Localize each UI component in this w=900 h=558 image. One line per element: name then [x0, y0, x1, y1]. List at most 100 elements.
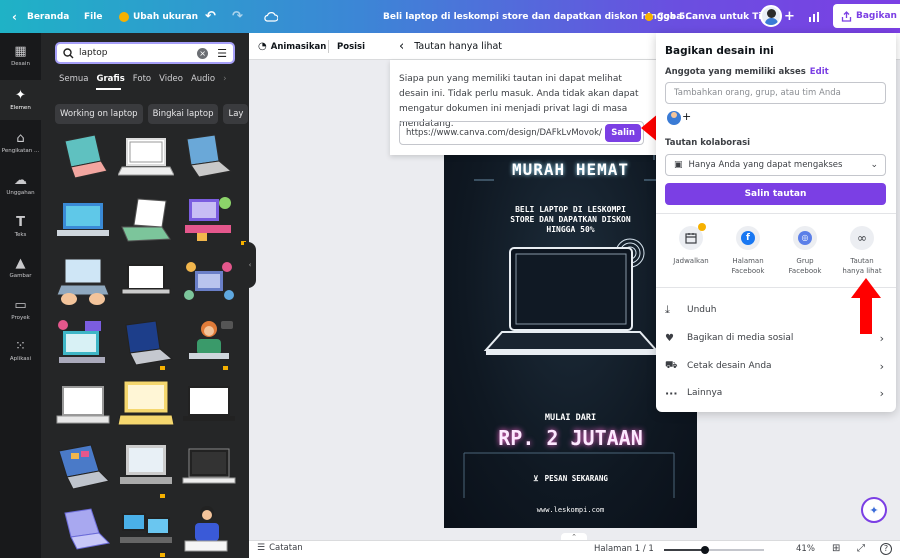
member-avatar[interactable]: [667, 111, 681, 125]
workspace-illustration[interactable]: [181, 193, 237, 247]
rail-item-projects[interactable]: ▭ Proyek: [0, 290, 41, 330]
poster-order-label: PESAN SEKARANG: [544, 474, 608, 483]
zoom-slider[interactable]: [664, 546, 764, 554]
cloud-check-icon: [264, 11, 278, 22]
share-button[interactable]: Bagikan: [833, 4, 900, 28]
rail-item-text[interactable]: T Teks: [0, 207, 41, 247]
schedule-option[interactable]: Jadwalkan: [665, 223, 717, 266]
layout-icon: ▦: [14, 44, 27, 59]
facebook-group-option[interactable]: ◎ Grup Facebook: [779, 226, 831, 276]
filter-icon[interactable]: ☰: [217, 47, 227, 60]
dual-laptops-graphic[interactable]: [118, 503, 174, 557]
page-indicator[interactable]: Halaman 1 / 1: [594, 544, 654, 554]
access-select[interactable]: ▣ Hanya Anda yang dapat mengakses ⌄: [665, 154, 886, 176]
rail-item-images[interactable]: ▲ Gambar: [0, 248, 41, 288]
zoom-slider-thumb[interactable]: [701, 546, 709, 554]
help-icon[interactable]: ?: [880, 543, 892, 555]
chevron-right-icon: ›: [879, 386, 884, 400]
tab-videos[interactable]: Video: [159, 74, 183, 84]
undo-button[interactable]: ↶: [205, 0, 216, 33]
position-button[interactable]: Posisi: [337, 33, 365, 60]
laptop-graphic[interactable]: [118, 441, 174, 495]
search-input[interactable]: [79, 48, 193, 58]
rail-label: Elemen: [10, 105, 31, 111]
download-icon: ⤓: [665, 303, 670, 316]
cloud-save-status[interactable]: [264, 0, 278, 33]
panel-collapse-handle[interactable]: ‹: [244, 242, 256, 288]
row-label: Cetak desain Anda: [687, 361, 772, 371]
view-only-link-option[interactable]: ∞ Tautan hanya lihat: [836, 226, 888, 276]
laptop-graphic[interactable]: [55, 193, 111, 247]
copy-view-link-button[interactable]: Salin: [605, 124, 641, 142]
copy-link-button[interactable]: Salin tautan: [665, 183, 886, 205]
zoom-level[interactable]: 41%: [796, 544, 815, 554]
add-people-input[interactable]: Tambahkan orang, grup, atau tim Anda: [665, 82, 886, 104]
more-row[interactable]: ··· Lainnya ›: [665, 382, 886, 404]
magic-assistant-button[interactable]: ✦: [861, 497, 887, 523]
laptop-graphic[interactable]: [55, 379, 111, 433]
tab-photos[interactable]: Foto: [133, 74, 151, 84]
try-canva-team-button[interactable]: Coba Canva untuk Tim: [645, 0, 771, 33]
insights-button[interactable]: [808, 0, 820, 33]
resize-button[interactable]: Ubah ukuran: [119, 0, 198, 33]
poster-from-label: MULAI DARI: [544, 413, 597, 423]
share-panel: Bagikan desain ini Anggota yang memiliki…: [656, 33, 896, 412]
heart-icon: ♥: [665, 332, 674, 344]
laptop-graphic[interactable]: [118, 255, 174, 309]
access-value: Hanya Anda yang dapat mengakses: [688, 160, 843, 170]
laptop-graphic[interactable]: [118, 379, 174, 433]
file-menu[interactable]: File: [84, 0, 102, 33]
laptop-graphic[interactable]: [118, 193, 174, 247]
chevron-right-icon[interactable]: ›: [223, 74, 226, 84]
home-button[interactable]: ‹ Beranda: [12, 0, 69, 33]
laptop-graphic[interactable]: [55, 503, 111, 557]
facebook-page-option[interactable]: f Halaman Facebook: [722, 226, 774, 276]
team-laptop-illustration[interactable]: [181, 255, 237, 309]
chip-layout[interactable]: Lay: [223, 104, 249, 124]
laptop-graphic[interactable]: [118, 317, 174, 371]
laptop-graphic[interactable]: [55, 441, 111, 495]
woman-with-laptop[interactable]: [181, 317, 237, 371]
laptop-graphic[interactable]: [55, 131, 111, 185]
link-icon-wrap: ∞: [850, 226, 874, 250]
back-arrow-icon[interactable]: ‹: [399, 39, 404, 54]
rail-item-apps[interactable]: ⁙ Aplikasi: [0, 331, 41, 371]
fullscreen-icon[interactable]: ⤢: [857, 543, 865, 554]
laptop-graphic[interactable]: [181, 441, 237, 495]
man-with-laptop[interactable]: [181, 503, 237, 557]
rail-item-uploads[interactable]: ☁ Unggahan: [0, 165, 41, 205]
animate-button[interactable]: ◔ Animasikan: [258, 33, 326, 60]
facebook-group-icon-wrap: ◎: [793, 226, 817, 250]
rail-label: Unggahan: [6, 190, 35, 196]
rail-item-elements[interactable]: ✦ Elemen: [0, 80, 41, 120]
laptop-graphic[interactable]: [181, 131, 237, 185]
tab-all[interactable]: Semua: [59, 74, 89, 84]
laptop-graphic[interactable]: [118, 131, 174, 185]
clear-search-icon[interactable]: ×: [197, 47, 209, 59]
user-avatar[interactable]: [760, 5, 782, 27]
tab-audio[interactable]: Audio: [191, 74, 215, 84]
view-only-link-header: ‹ Tautan hanya lihat: [390, 33, 656, 60]
laptop-graphic[interactable]: [181, 379, 237, 433]
add-collaborator-button[interactable]: +: [784, 0, 795, 33]
redo-button[interactable]: ↷: [232, 0, 243, 33]
print-design-row[interactable]: ⛟ Cetak desain Anda ›: [665, 355, 886, 377]
toolbar-divider: [328, 40, 329, 53]
rail-item-brand[interactable]: ⌂ Pengikatan ...: [0, 123, 41, 163]
search-icon: [63, 47, 74, 58]
online-work-illustration[interactable]: [55, 317, 111, 371]
hands-typing-laptop[interactable]: [55, 255, 111, 309]
chip-laptop-frame[interactable]: Bingkai laptop: [147, 104, 219, 124]
add-member-button[interactable]: +: [682, 110, 691, 123]
edit-members-link[interactable]: Edit: [810, 67, 829, 77]
view-only-url-field[interactable]: https://www.canva.com/design/DAFkLvMovok…: [399, 121, 644, 145]
grid-view-icon[interactable]: ⊞: [832, 543, 840, 554]
active-tab-underline: [96, 88, 121, 90]
chip-working-on-laptop[interactable]: Working on laptop: [55, 104, 143, 124]
share-label: Bagikan: [856, 11, 897, 21]
tab-graphics[interactable]: Grafis: [97, 74, 125, 84]
notes-button[interactable]: ☰ Catatan: [257, 543, 303, 553]
rail-label: Proyek: [11, 315, 30, 321]
rail-item-design[interactable]: ▦ Desain: [0, 36, 41, 76]
position-label: Posisi: [337, 41, 366, 52]
